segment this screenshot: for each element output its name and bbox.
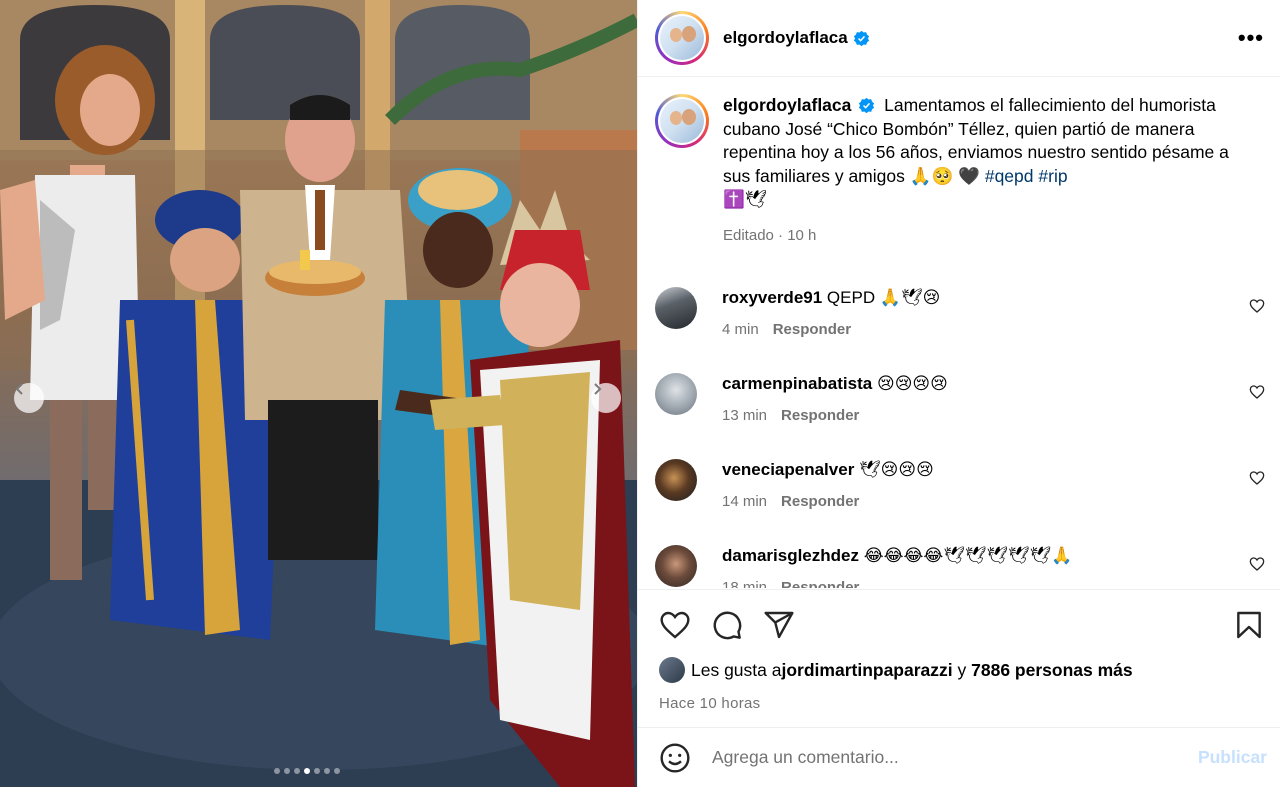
reply-button[interactable]: Responder (781, 407, 859, 424)
comment-item: damarisglezhdez 😂😂😂😂🕊🕊🕊🕊🕊🙏 18 min Respond… (655, 545, 1265, 588)
comment-composer: Publicar (638, 727, 1280, 787)
carousel-prev-button[interactable] (14, 383, 44, 413)
commenter-username[interactable]: veneciapenalver (722, 460, 854, 479)
emoji-smiley-icon[interactable] (659, 742, 691, 774)
post-timestamp[interactable]: Hace 10 horas (659, 695, 1265, 712)
author-avatar[interactable] (655, 11, 709, 65)
caption-username[interactable]: elgordoylaflaca (723, 95, 851, 115)
comment-text: QEPD 🙏🕊😢 (826, 288, 941, 307)
caption-emoji-line: ✝️🕊 (723, 189, 768, 209)
carousel-dot (324, 768, 330, 774)
carousel-dot (274, 768, 280, 774)
publish-button[interactable]: Publicar (1198, 747, 1267, 768)
comment-text: 🕊😢😢😢 (859, 460, 934, 479)
comment-text: 😂😂😂😂🕊🕊🕊🕊🕊🙏 (863, 546, 1073, 565)
hashtag-link[interactable]: #rip (1038, 166, 1067, 186)
author-username[interactable]: elgordoylaflaca (723, 28, 848, 48)
post-details-panel: elgordoylaflaca ••• elgordoylaflaca Lame… (637, 0, 1280, 787)
commenter-username[interactable]: carmenpinabatista (722, 374, 872, 393)
like-heart-icon[interactable] (659, 609, 691, 641)
likes-middle: y (952, 659, 972, 680)
comments-list[interactable]: elgordoylaflaca Lamentamos el fallecimie… (638, 78, 1280, 588)
like-comment-heart-icon[interactable] (1249, 384, 1265, 400)
comment-time: 14 min (722, 493, 768, 510)
reply-button[interactable]: Responder (773, 321, 851, 338)
carousel-dot (284, 768, 290, 774)
likes-summary[interactable]: Les gusta a jordimartinpaparazzi y 7886 … (659, 657, 1265, 683)
chevron-left-icon (15, 383, 23, 395)
post-caption: elgordoylaflaca Lamentamos el fallecimie… (655, 94, 1265, 247)
commenter-username[interactable]: damarisglezhdez (722, 546, 859, 565)
hashtag-link[interactable]: #qepd (985, 166, 1034, 186)
more-options-icon[interactable]: ••• (1238, 27, 1264, 49)
commenter-avatar[interactable] (655, 287, 697, 329)
carousel-dot (314, 768, 320, 774)
comment-time: 13 min (722, 407, 768, 424)
post-photo[interactable] (0, 0, 637, 787)
caption-meta: Editado · 10 h (723, 226, 817, 244)
verified-badge-icon (853, 30, 870, 47)
liker-avatar[interactable] (659, 657, 685, 683)
comment-item: veneciapenalver 🕊😢😢😢 14 min Responder (655, 459, 1265, 545)
comment-time: 4 min (722, 321, 759, 338)
like-comment-heart-icon[interactable] (1249, 470, 1265, 486)
photo-illustration (0, 0, 637, 787)
chevron-right-icon (594, 383, 602, 395)
comment-time: 18 min (722, 579, 768, 588)
carousel-dot (294, 768, 300, 774)
post-header: elgordoylaflaca ••• (638, 0, 1280, 77)
share-paper-plane-icon[interactable] (763, 609, 795, 641)
reply-button[interactable]: Responder (781, 579, 859, 588)
commenter-avatar[interactable] (655, 545, 697, 587)
verified-badge-icon (858, 97, 875, 114)
like-comment-heart-icon[interactable] (1249, 298, 1265, 314)
carousel-next-button[interactable] (591, 383, 621, 413)
commenter-avatar[interactable] (655, 373, 697, 415)
save-bookmark-icon[interactable] (1233, 609, 1265, 641)
carousel-dot (334, 768, 340, 774)
commenter-username[interactable]: roxyverde91 (722, 288, 822, 307)
commenter-avatar[interactable] (655, 459, 697, 501)
comment-item: carmenpinabatista 😢😢😢😢 13 min Responder (655, 373, 1265, 459)
comment-bubble-icon[interactable] (711, 609, 743, 641)
carousel-indicator (274, 768, 340, 774)
comment-input[interactable] (712, 747, 1198, 768)
like-comment-heart-icon[interactable] (1249, 556, 1265, 572)
carousel-dot (304, 768, 310, 774)
caption-author-avatar[interactable] (655, 94, 709, 148)
liker-username[interactable]: jordimartinpaparazzi (781, 660, 952, 681)
comment-item: roxyverde91 QEPD 🙏🕊😢 4 min Responder (655, 287, 1265, 373)
likes-prefix: Les gusta a (691, 659, 782, 680)
likes-count[interactable]: 7886 personas más (971, 660, 1133, 681)
post-actions: Les gusta a jordimartinpaparazzi y 7886 … (638, 589, 1280, 712)
comment-text: 😢😢😢😢 (876, 374, 948, 393)
reply-button[interactable]: Responder (781, 493, 859, 510)
